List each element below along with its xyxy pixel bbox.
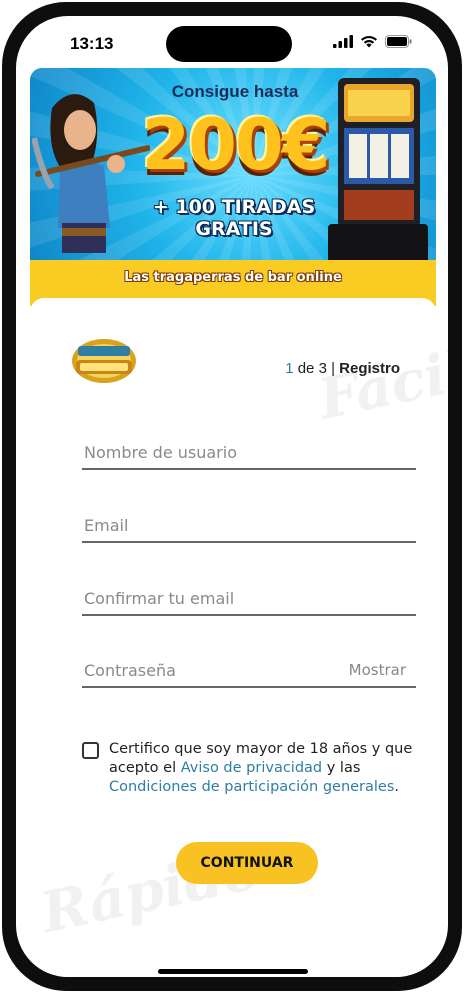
- registration-step-indicator: 1 de 3 | Registro: [285, 360, 400, 377]
- status-icons: [333, 35, 412, 48]
- email-field: [82, 511, 416, 543]
- step-title: Registro: [339, 360, 400, 377]
- watermark-facil: Fácil: [312, 337, 448, 433]
- dynamic-island: [166, 26, 292, 62]
- consent-text-middle: y las: [322, 760, 361, 776]
- banner-amount: 200€: [141, 104, 331, 186]
- banner-headline: Consigue hasta: [171, 82, 299, 101]
- age-consent: Certifico que soy mayor de 18 años y que…: [82, 740, 422, 797]
- step-current: 1: [285, 360, 294, 377]
- banner-spins: + 100 TIRADAS GRATIS: [134, 196, 334, 240]
- banner-spins-line1: + 100 TIRADAS: [152, 196, 316, 218]
- miner-character-illustration: [32, 94, 150, 253]
- banner-spins-line2: GRATIS: [195, 218, 273, 240]
- password-field: Mostrar: [82, 656, 416, 688]
- battery-icon: [385, 35, 412, 48]
- wifi-icon: [361, 35, 377, 48]
- consent-text: Certifico que soy mayor de 18 años y que…: [109, 740, 422, 797]
- home-indicator[interactable]: [158, 969, 308, 974]
- status-bar: 13:13: [16, 16, 448, 68]
- step-of: de 3: [293, 360, 332, 377]
- terms-link[interactable]: Condiciones de participación generales: [109, 779, 394, 795]
- confirm-email-field: [82, 584, 416, 616]
- privacy-notice-link[interactable]: Aviso de privacidad: [181, 760, 322, 776]
- banner-tagline: Las tragaperras de bar online: [124, 270, 342, 285]
- continue-button[interactable]: CONTINUAR: [176, 842, 318, 884]
- consent-checkbox[interactable]: [82, 742, 99, 759]
- brand-logo[interactable]: [70, 334, 138, 386]
- slot-machine-illustration: [328, 78, 428, 264]
- registration-card: Fácil Rápido 1 de 3 | Registro Nombre de…: [30, 298, 448, 977]
- show-password-toggle[interactable]: Mostrar: [349, 661, 406, 679]
- consent-text-after: .: [394, 779, 400, 795]
- confirm-email-input[interactable]: [82, 584, 416, 612]
- status-time: 13:13: [70, 34, 114, 53]
- signal-icon: [333, 35, 353, 48]
- step-separator: |: [331, 360, 340, 377]
- promo-banner[interactable]: Consigue hasta 200€ + 100 TIRADAS GRATIS…: [30, 68, 436, 306]
- username-input[interactable]: [82, 438, 416, 466]
- username-field: [82, 438, 416, 470]
- screen: 13:13 Consigue hasta 200€ + 100 TIRADAS …: [16, 16, 448, 977]
- phone-frame: 13:13 Consigue hasta 200€ + 100 TIRADAS …: [2, 2, 462, 991]
- email-input[interactable]: [82, 511, 416, 539]
